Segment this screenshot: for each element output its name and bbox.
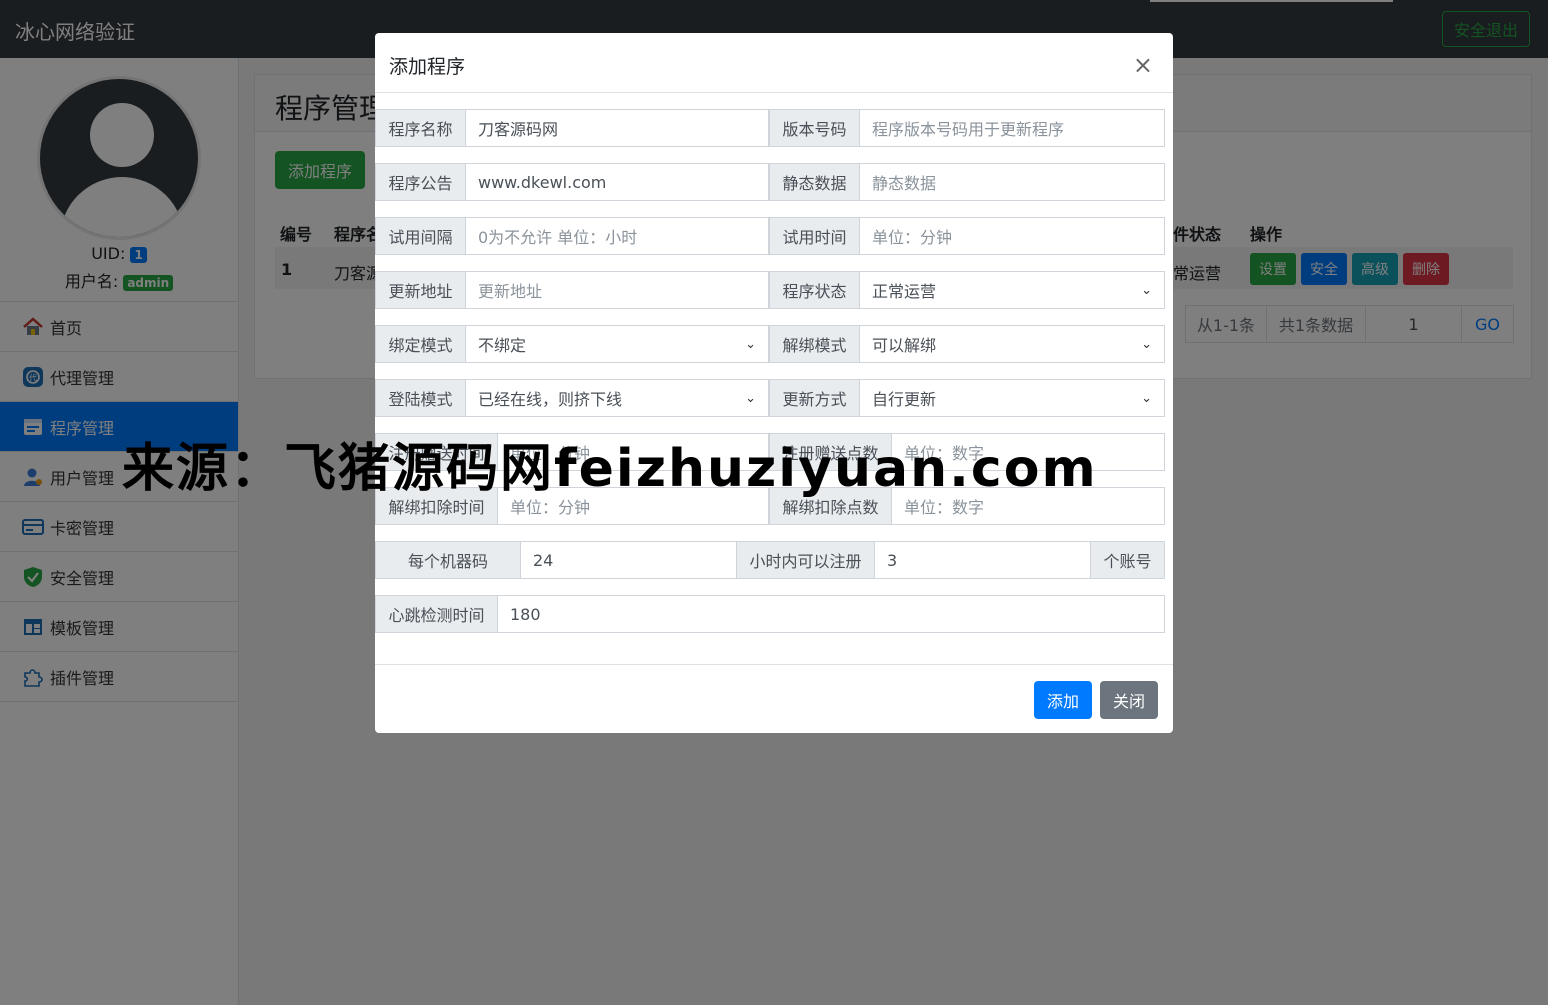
bind-mode-label: 绑定模式 (375, 325, 465, 363)
login-mode-label: 登陆模式 (375, 379, 465, 417)
program-status-group: 程序状态 正常运营 ⌄ (769, 271, 1165, 309)
chevron-down-icon: ⌄ (1141, 336, 1152, 352)
program-status-select[interactable]: 正常运营 ⌄ (859, 271, 1165, 309)
heartbeat-label: 心跳检测时间 (375, 595, 497, 633)
notice-input[interactable]: www.dkewl.com (465, 163, 769, 201)
modal-title: 添加程序 (389, 56, 466, 78)
static-data-input[interactable]: 静态数据 (859, 163, 1165, 201)
update-mode-value: 自行更新 (872, 390, 937, 409)
static-data-label: 静态数据 (769, 163, 859, 201)
heartbeat-group: 心跳检测时间 180 (375, 595, 1165, 633)
per-machine-label: 每个机器码 (375, 541, 520, 579)
program-name-label: 程序名称 (375, 109, 465, 147)
trial-time-group: 试用时间 单位：分钟 (769, 217, 1165, 255)
chevron-down-icon: ⌄ (745, 336, 756, 352)
close-icon[interactable]: × (1127, 50, 1159, 80)
login-mode-group: 登陆模式 已经在线，则挤下线 ⌄ (375, 379, 769, 417)
update-url-input[interactable]: 更新地址 (465, 271, 769, 309)
bind-mode-select[interactable]: 不绑定 ⌄ (465, 325, 769, 363)
per-machine-suffix: 个账号 (1091, 541, 1165, 579)
unbind-mode-label: 解绑模式 (769, 325, 859, 363)
per-machine-hours-input[interactable]: 24 (520, 541, 737, 579)
update-url-group: 更新地址 更新地址 (375, 271, 769, 309)
trial-interval-group: 试用间隔 0为不允许 单位：小时 (375, 217, 769, 255)
version-input[interactable]: 程序版本号码用于更新程序 (859, 109, 1165, 147)
update-mode-select[interactable]: 自行更新 ⌄ (859, 379, 1165, 417)
chevron-down-icon: ⌄ (745, 390, 756, 406)
bind-mode-group: 绑定模式 不绑定 ⌄ (375, 325, 769, 363)
update-mode-label: 更新方式 (769, 379, 859, 417)
per-machine-mid-label: 小时内可以注册 (737, 541, 874, 579)
unbind-mode-select[interactable]: 可以解绑 ⌄ (859, 325, 1165, 363)
login-mode-select[interactable]: 已经在线，则挤下线 ⌄ (465, 379, 769, 417)
update-mode-group: 更新方式 自行更新 ⌄ (769, 379, 1165, 417)
program-status-value: 正常运营 (872, 282, 937, 301)
chevron-down-icon: ⌄ (1141, 282, 1152, 298)
modal-header: 添加程序 × (375, 33, 1173, 93)
per-machine-group: 每个机器码 24 小时内可以注册 3 个账号 (375, 541, 1165, 579)
program-status-label: 程序状态 (769, 271, 859, 309)
add-program-modal: 添加程序 × 程序名称 刀客源码网 版本号码 程序版本号码用于更新程序 程序公告… (375, 33, 1173, 733)
modal-footer: 添加 关闭 (375, 664, 1173, 734)
close-button[interactable]: 关闭 (1100, 681, 1158, 719)
version-group: 版本号码 程序版本号码用于更新程序 (769, 109, 1165, 147)
update-url-label: 更新地址 (375, 271, 465, 309)
watermark-text: 来源：飞猪源码网feizhuziyuan.com (122, 439, 1098, 499)
trial-time-input[interactable]: 单位：分钟 (859, 217, 1165, 255)
trial-interval-input[interactable]: 0为不允许 单位：小时 (465, 217, 769, 255)
unbind-mode-group: 解绑模式 可以解绑 ⌄ (769, 325, 1165, 363)
per-machine-count-input[interactable]: 3 (874, 541, 1091, 579)
program-name-group: 程序名称 刀客源码网 (375, 109, 769, 147)
bind-mode-value: 不绑定 (478, 336, 527, 355)
unbind-mode-value: 可以解绑 (872, 336, 937, 355)
heartbeat-input[interactable]: 180 (497, 595, 1165, 633)
version-label: 版本号码 (769, 109, 859, 147)
chevron-down-icon: ⌄ (1141, 390, 1152, 406)
add-button[interactable]: 添加 (1034, 681, 1092, 719)
trial-interval-label: 试用间隔 (375, 217, 465, 255)
notice-label: 程序公告 (375, 163, 465, 201)
program-name-input[interactable]: 刀客源码网 (465, 109, 769, 147)
login-mode-value: 已经在线，则挤下线 (478, 390, 623, 409)
notice-group: 程序公告 www.dkewl.com (375, 163, 769, 201)
trial-time-label: 试用时间 (769, 217, 859, 255)
static-data-group: 静态数据 静态数据 (769, 163, 1165, 201)
